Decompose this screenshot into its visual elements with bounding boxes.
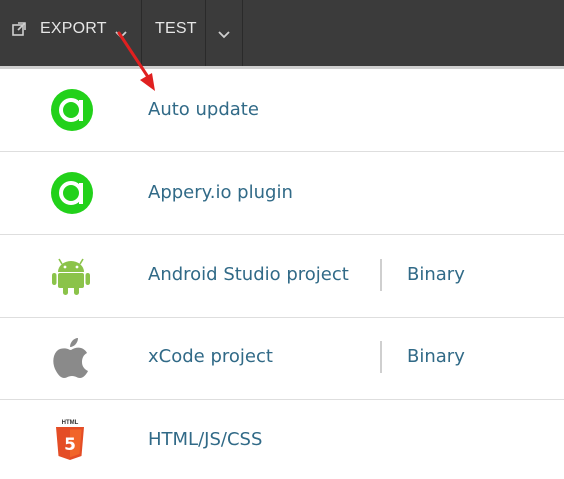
menu-item-label[interactable]: Auto update [148,99,259,120]
row-divider [380,259,382,291]
chevron-down-icon[interactable] [114,25,128,44]
binary-link[interactable]: Binary [407,346,465,367]
appery-logo-icon [50,171,94,215]
test-button[interactable]: TEST [155,20,197,38]
toolbar-divider [242,0,243,66]
menu-item-auto-update[interactable]: Auto update [0,69,564,152]
appery-logo-icon [50,88,94,132]
toolbar-divider [205,0,206,66]
chevron-down-icon[interactable] [217,25,231,44]
android-icon [51,255,95,299]
menu-item-label[interactable]: Android Studio project [148,264,349,285]
external-link-icon [12,21,26,40]
export-button[interactable]: EXPORT [40,20,107,38]
menu-item-html-js-css[interactable]: HTML 5 HTML/JS/CSS [0,400,564,479]
svg-text:5: 5 [64,435,76,455]
html5-icon: HTML 5 [54,418,98,462]
menu-item-android-studio[interactable]: Android Studio project Binary [0,235,564,318]
apple-icon [51,335,95,379]
menu-item-appery-plugin[interactable]: Appery.io plugin [0,152,564,235]
binary-link[interactable]: Binary [407,264,465,285]
menu-item-label[interactable]: HTML/JS/CSS [148,429,262,450]
toolbar-divider [141,0,142,66]
menu-item-label[interactable]: xCode project [148,346,273,367]
svg-text:HTML: HTML [62,420,79,426]
export-toolbar: EXPORT TEST [0,0,564,66]
row-divider [380,341,382,373]
menu-item-xcode[interactable]: xCode project Binary [0,318,564,400]
menu-item-label[interactable]: Appery.io plugin [148,182,293,203]
